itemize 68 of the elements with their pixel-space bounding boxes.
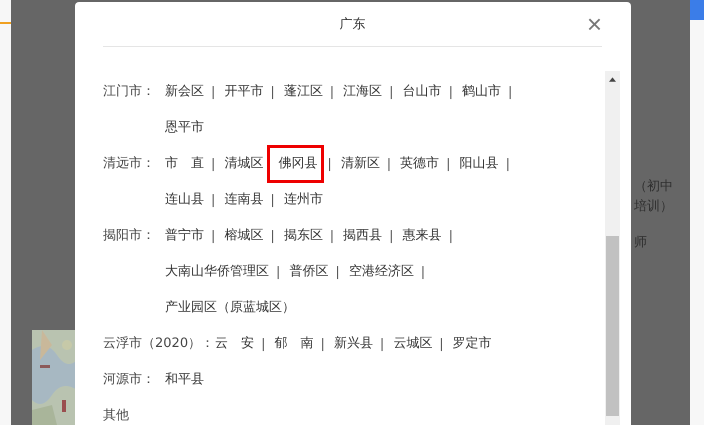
district-link[interactable]: 佛冈县 [267,145,324,183]
separator: | [386,156,392,172]
district-link[interactable]: 新兴县 [330,331,377,357]
separator: | [439,336,444,352]
separator: | [448,84,453,100]
district-link[interactable]: 鹤山市 [458,79,505,105]
district-link[interactable]: 云城区 [389,331,436,357]
district-link[interactable]: 连南县 [220,187,268,213]
separator: | [389,84,394,100]
district-link[interactable]: 台山市 [398,79,446,105]
separator: | [420,264,426,280]
separator: | [261,336,266,352]
district-link[interactable]: 揭东区 [280,223,327,249]
district-link[interactable]: 揭西县 [339,223,386,249]
separator: | [330,228,334,244]
separator: | [211,156,216,172]
district-link[interactable]: 英德市 [396,151,444,177]
separator: | [448,228,453,244]
district-link[interactable]: 罗定市 [448,331,496,357]
separator: | [211,192,216,208]
city-label: 其他 [103,407,130,425]
background-text: （初中 [634,178,674,195]
background-text: 师 [634,234,648,251]
district-link[interactable]: 和平县 [161,367,208,393]
separator: | [270,192,275,208]
district-link[interactable]: 普宁市 [161,223,208,249]
separator: | [335,264,340,280]
scrollbar[interactable] [605,71,620,425]
district-link[interactable]: 大南山华侨管理区 [161,259,273,285]
scroll-up-icon[interactable] [609,77,616,82]
separator: | [270,228,275,244]
separator: | [211,84,216,100]
separator: | [211,228,216,244]
district-link[interactable]: 产业园区（原蓝城区） [161,295,299,321]
separator: | [389,228,394,244]
district-link[interactable]: 清城区 [220,151,268,177]
city-label: 江门市： [103,83,156,101]
district-link[interactable]: 新会区 [161,79,208,105]
city-label: 清远市： [103,155,156,173]
district-link[interactable]: 连州市 [280,187,327,213]
separator: | [327,156,332,172]
separator: | [506,156,510,172]
city-label: 河源市： [103,371,156,389]
district-link[interactable]: 恩平市 [161,115,208,141]
background-text: 培训） [634,198,674,215]
separator: | [380,336,384,352]
district-link[interactable]: 蓬江区 [280,79,327,105]
close-button[interactable]: × [584,12,604,36]
district-link[interactable]: 清新区 [336,151,384,177]
separator: | [276,264,280,280]
separator: | [320,336,325,352]
district-link[interactable]: 开平市 [220,79,268,105]
district-link[interactable]: 惠来县 [398,223,446,249]
dialog-title: 广东 [340,16,366,33]
separator: | [446,156,451,172]
district-link[interactable]: 普侨区 [285,259,332,285]
city-label: 揭阳市： [103,227,156,245]
district-link[interactable]: 榕城区 [220,223,268,249]
district-link[interactable]: 连山县 [161,187,208,213]
district-link[interactable]: 市 直 [161,151,208,177]
separator: | [270,84,275,100]
district-link[interactable]: 阳山县 [456,151,503,177]
district-link[interactable]: 空港经济区 [344,259,418,285]
separator: | [330,84,334,100]
district-link[interactable]: 郁 南 [270,331,318,357]
header-bar [690,0,704,20]
separator: | [508,84,512,100]
district-link[interactable]: 江海区 [339,79,386,105]
